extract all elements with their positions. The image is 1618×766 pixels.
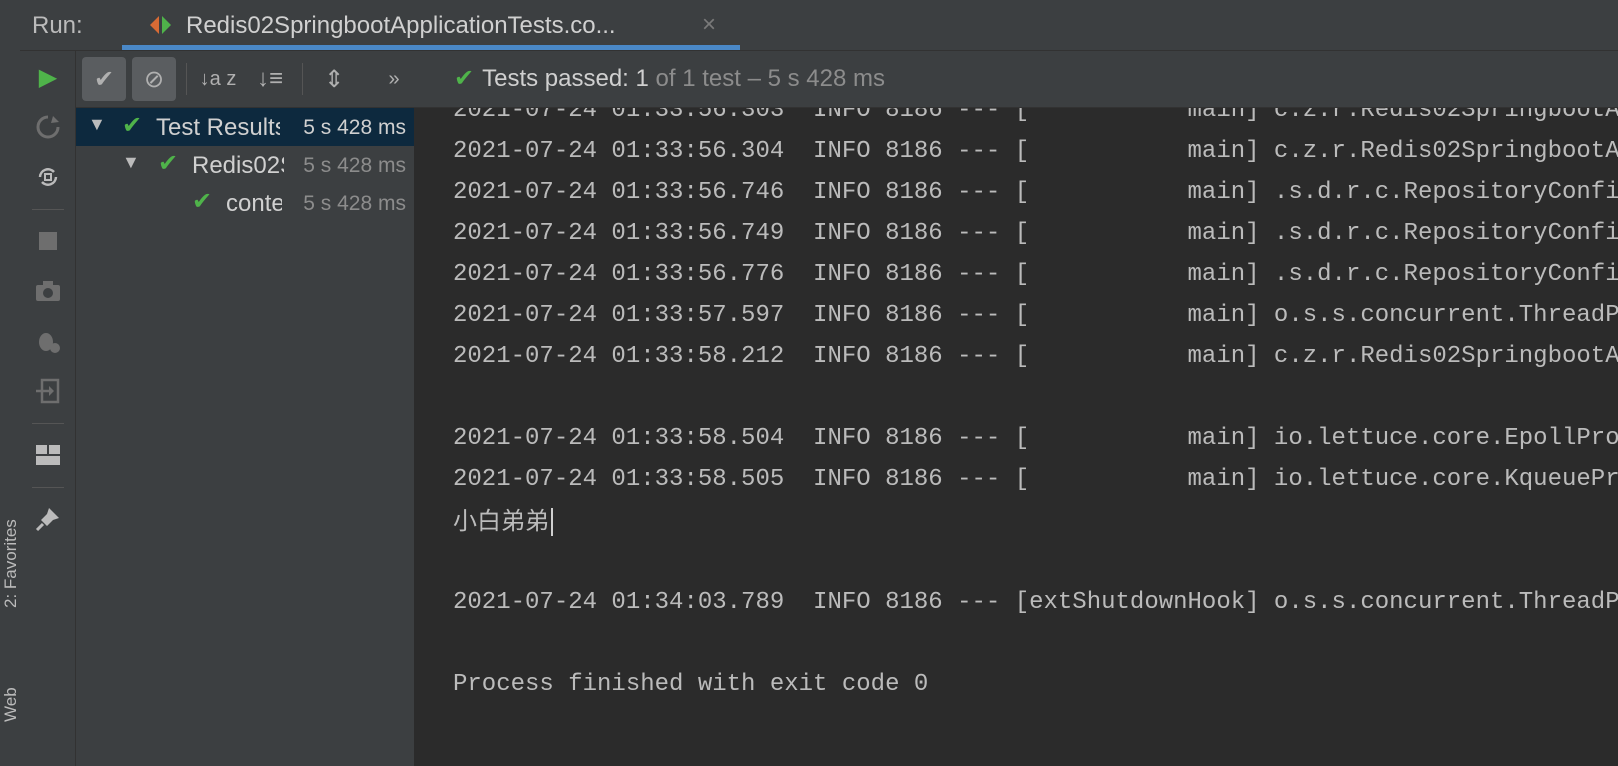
tree-row-test-method[interactable]: ✔ contextLoads 5 s 428 ms [76, 184, 414, 222]
auto-test-icon [38, 168, 58, 186]
run-config-tab-title: Redis02SpringbootApplicationTests.co... [186, 12, 616, 39]
toolbar-separator [302, 63, 303, 95]
favorites-side-tab-label: 2: Favorites [1, 519, 20, 608]
tree-row-label: contextLoads [226, 190, 282, 217]
close-tab-icon[interactable]: × [702, 11, 716, 39]
run-side-toolbar: ▶ [20, 51, 76, 766]
sort-duration-icon: ↓≡ [256, 65, 283, 92]
expand-icon: ⇕ [323, 65, 345, 93]
tests-summary-text: of 1 test – 5 s 428 ms [648, 65, 885, 92]
expand-all-button[interactable]: ⇕ [312, 57, 356, 101]
stop-button[interactable] [34, 227, 62, 255]
console-line: 2021-07-24 01:33:56.749 INFO 8186 --- [ … [453, 220, 1618, 247]
text-cursor [551, 508, 553, 536]
expand-arrow-icon[interactable]: ▼ [88, 114, 106, 135]
tree-row-label: Test Results [156, 114, 280, 141]
chevron-right-double-icon: » [388, 67, 400, 90]
console-line: 2021-07-24 01:33:58.505 INFO 8186 --- [ … [453, 466, 1618, 493]
left-tool-strip: 2: Favorites Web [0, 0, 21, 766]
passed-check-icon: ✔ [192, 188, 213, 215]
bug-settings-icon [39, 333, 60, 353]
import-icon [36, 378, 60, 404]
active-tab-underline [122, 45, 740, 50]
layout-icon [36, 445, 60, 465]
sort-alphabetically-button[interactable]: ↓a z [196, 57, 240, 101]
test-status: ✔ Tests passed: 1 of 1 test – 5 s 428 ms [454, 64, 885, 93]
tests-passed-text: Tests passed: 1 [482, 65, 649, 92]
tree-row-test-results[interactable]: ▼ ✔ Test Results 5 s 428 ms [76, 108, 414, 146]
checkmark-icon: ✔ [93, 65, 115, 93]
toolbar-separator [32, 423, 64, 424]
toggle-auto-test-button[interactable] [34, 163, 62, 191]
stop-icon [39, 232, 57, 250]
run-label: Run: [32, 12, 83, 39]
ignored-icon: ⊘ [143, 65, 165, 93]
console-line: 2021-07-24 01:33:57.597 INFO 8186 --- [ … [453, 302, 1618, 329]
restore-layout-button[interactable] [34, 441, 62, 469]
tree-row-label: Redis02SpringbootApplicationTests [192, 152, 284, 179]
printed-value: 小白弟弟 [453, 507, 549, 535]
tree-row-test-class[interactable]: ▼ ✔ Redis02SpringbootApplicationTests 5 … [76, 146, 414, 184]
debug-settings-button[interactable] [34, 327, 62, 355]
test-run-icon [150, 16, 171, 34]
toolbar-separator [32, 487, 64, 488]
console-line: 2021-07-24 01:33:56.304 INFO 8186 --- [ … [453, 138, 1618, 165]
passed-check-icon: ✔ [122, 112, 143, 139]
console-line: 2021-07-24 01:33:58.212 INFO 8186 --- [ … [453, 343, 1618, 370]
web-side-tab-label: Web [1, 687, 20, 722]
dump-threads-button[interactable] [34, 277, 62, 305]
rerun-button[interactable]: ▶ [34, 63, 62, 91]
console-line: 2021-07-24 01:33:56.746 INFO 8186 --- [ … [453, 179, 1618, 206]
sort-by-duration-button[interactable]: ↓≡ [248, 57, 292, 101]
rerun-failed-button[interactable] [34, 113, 62, 141]
console-line: 2021-07-24 01:33:58.504 INFO 8186 --- [ … [453, 425, 1618, 452]
tree-row-duration: 5 s 428 ms [303, 116, 406, 139]
show-passed-button[interactable]: ✔ [82, 57, 126, 101]
expand-arrow-icon[interactable]: ▼ [122, 152, 140, 173]
show-ignored-button[interactable]: ⊘ [132, 57, 176, 101]
run-config-tab[interactable]: Redis02SpringbootApplicationTests.co... … [122, 0, 740, 50]
console-line: 2021-07-24 01:34:03.789 INFO 8186 --- [e… [453, 589, 1618, 616]
toolbar-separator [186, 63, 187, 95]
run-icon: ▶ [38, 63, 58, 91]
rerun-failed-icon [36, 115, 60, 139]
import-tests-button[interactable] [34, 377, 62, 405]
test-results-tree: ▼ ✔ Test Results 5 s 428 ms ▼ ✔ Redis02S… [76, 108, 415, 766]
sort-alpha-icon: ↓a z [199, 67, 237, 90]
tree-row-duration: 5 s 428 ms [303, 154, 406, 177]
passed-check-icon: ✔ [454, 65, 475, 92]
test-runner-toolbar: ✔ ⊘ ↓a z ↓≡ ⇕ » ✔ Tests passed: 1 of 1 te… [76, 51, 1618, 108]
run-tool-window-header: Run: Redis02SpringbootApplicationTests.c… [20, 0, 1618, 51]
passed-check-icon: ✔ [158, 150, 179, 177]
pin-icon [35, 508, 59, 532]
tree-row-duration: 5 s 428 ms [303, 192, 406, 215]
more-actions-button[interactable]: » [372, 57, 416, 101]
camera-icon [36, 281, 60, 301]
console-line: 2021-07-24 01:33:56.776 INFO 8186 --- [ … [453, 261, 1618, 288]
console-output[interactable]: 2021-07-24 01:33:56.303 INFO 8186 --- [ … [415, 108, 1618, 766]
pin-tab-button[interactable] [34, 505, 62, 533]
process-finished-line: Process finished with exit code 0 [453, 671, 929, 698]
console-line: 2021-07-24 01:33:56.303 INFO 8186 --- [ … [453, 108, 1618, 124]
toolbar-separator [32, 209, 64, 210]
console-output-text: 小白弟弟 [453, 504, 553, 538]
